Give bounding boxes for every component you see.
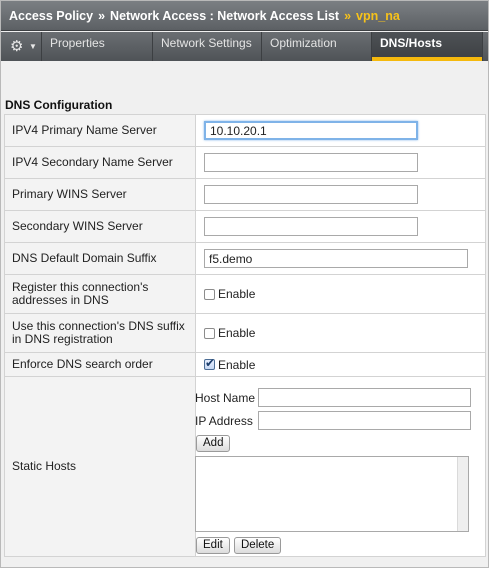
field-cell: Enable	[195, 274, 486, 314]
scrollbar[interactable]	[457, 457, 468, 531]
add-button[interactable]: Add	[196, 435, 231, 452]
row-enforce-search-order: Enforce DNS search order Enable	[4, 352, 486, 377]
row-use-dns-suffix: Use this connection's DNS suffix in DNS r…	[4, 313, 486, 353]
field-label: Register this connection's addresses in D…	[4, 274, 196, 314]
breadcrumb: Access Policy » Network Access : Network A…	[1, 1, 488, 31]
ipv4-secondary-name-server-input[interactable]	[204, 153, 418, 172]
row-ipv4-secondary: IPV4 Secondary Name Server	[4, 146, 486, 179]
field-cell	[195, 114, 486, 147]
section-title: DNS Configuration	[5, 98, 113, 112]
field-cell	[195, 242, 486, 275]
tab-optimization[interactable]: Optimization	[262, 32, 372, 61]
field-label: Enforce DNS search order	[4, 352, 196, 377]
breadcrumb-item-network-access-list[interactable]: Network Access : Network Access List	[110, 9, 339, 23]
row-dns-suffix: DNS Default Domain Suffix	[4, 242, 486, 275]
checkbox-label: Enable	[218, 287, 256, 302]
tab-label: Optimization	[270, 36, 337, 50]
ip-address-input[interactable]	[258, 411, 471, 430]
field-label: Secondary WINS Server	[4, 210, 196, 243]
breadcrumb-separator: »	[344, 9, 352, 23]
checkbox-label: Enable	[218, 357, 256, 372]
checkbox-label: Enable	[218, 326, 256, 341]
chevron-down-icon: ▼	[29, 42, 37, 51]
use-dns-suffix-checkbox[interactable]	[204, 327, 215, 339]
field-cell	[195, 178, 486, 211]
delete-button[interactable]: Delete	[234, 537, 282, 554]
primary-wins-server-input[interactable]	[204, 185, 418, 204]
row-ipv4-primary: IPV4 Primary Name Server	[4, 114, 486, 147]
field-label: IPV4 Secondary Name Server	[4, 146, 196, 179]
label-line: in DNS registration	[12, 332, 113, 346]
tab-label: DNS/Hosts	[380, 36, 443, 50]
field-label: Static Hosts	[4, 376, 196, 557]
tab-properties[interactable]: Properties	[42, 32, 153, 61]
field-cell: Enable	[195, 313, 486, 353]
row-primary-wins: Primary WINS Server	[4, 178, 486, 211]
tab-dns-hosts[interactable]: DNS/Hosts	[372, 32, 483, 61]
field-label: DNS Default Domain Suffix	[4, 242, 196, 275]
gear-menu-button[interactable]: ⚙ ▼	[1, 32, 42, 61]
ip-address-label: IP Address	[195, 414, 253, 428]
field-cell	[195, 146, 486, 179]
host-name-input[interactable]	[258, 388, 471, 407]
breadcrumb-item-current: vpn_na	[356, 9, 400, 23]
label-line: addresses in DNS	[12, 293, 109, 307]
host-name-label: Host Name	[195, 391, 256, 405]
row-secondary-wins: Secondary WINS Server	[4, 210, 486, 243]
field-label: Use this connection's DNS suffix in DNS r…	[4, 313, 196, 353]
ipv4-primary-name-server-input[interactable]	[204, 121, 418, 140]
edit-button[interactable]: Edit	[196, 537, 230, 554]
static-hosts-list[interactable]	[195, 456, 469, 532]
tab-label: Properties	[50, 36, 105, 50]
breadcrumb-separator: »	[98, 9, 106, 23]
secondary-wins-server-input[interactable]	[204, 217, 418, 236]
dns-default-domain-suffix-input[interactable]	[204, 249, 468, 268]
tab-label: Network Settings	[161, 36, 252, 50]
app-window: Access Policy » Network Access : Network A…	[0, 0, 489, 568]
row-register-connection: Register this connection's addresses in D…	[4, 274, 486, 314]
field-label: IPV4 Primary Name Server	[4, 114, 196, 147]
field-cell	[195, 210, 486, 243]
label-line: Use this connection's DNS suffix	[12, 319, 185, 333]
label-line: Register this connection's	[12, 280, 149, 294]
gear-icon: ⚙	[10, 38, 24, 55]
breadcrumb-item-access-policy[interactable]: Access Policy	[9, 9, 93, 23]
field-label: Primary WINS Server	[4, 178, 196, 211]
enforce-dns-search-order-checkbox[interactable]	[204, 356, 215, 371]
tab-network-settings[interactable]: Network Settings	[153, 32, 262, 61]
field-cell: Enable	[195, 352, 486, 377]
register-dns-checkbox[interactable]	[204, 288, 215, 300]
